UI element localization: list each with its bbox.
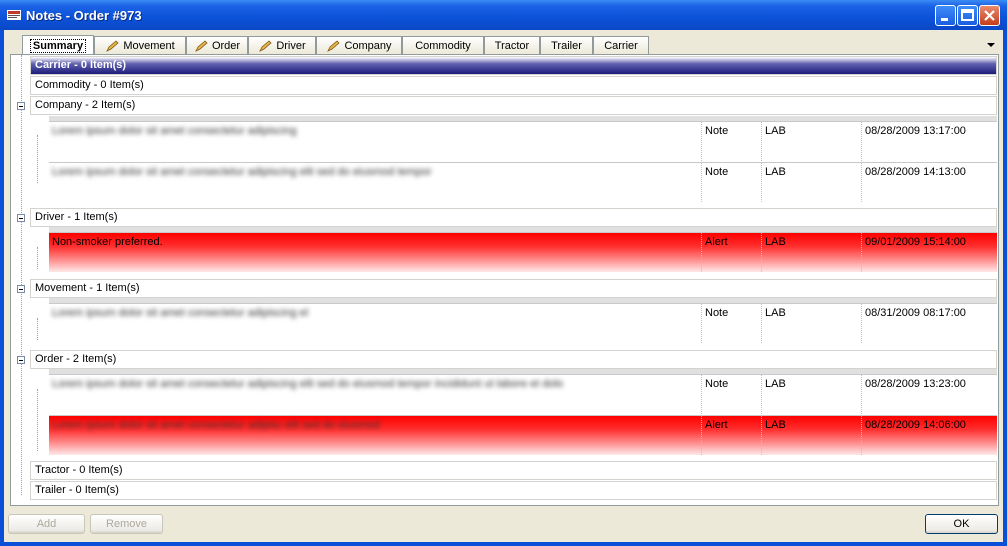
note-type: Note: [705, 125, 729, 137]
tree-line: [37, 247, 38, 269]
tree-line: [37, 318, 38, 340]
collapse-movement-icon[interactable]: [17, 285, 25, 293]
group-movement[interactable]: Movement - 1 Item(s): [30, 279, 997, 298]
tab-label: Driver: [276, 39, 306, 52]
alert-row[interactable]: Lorem ipsum dolor sit amet consectetur a…: [49, 415, 997, 455]
note-date: 08/28/2009 13:17:00: [865, 125, 966, 137]
group-order[interactable]: Order - 2 Item(s): [30, 350, 997, 369]
tab-driver[interactable]: Driver: [248, 36, 316, 54]
tab-label: Commodity: [415, 39, 471, 52]
app-icon: [7, 10, 21, 20]
minimize-icon: [941, 18, 948, 21]
group-label: Order - 2 Item(s): [35, 353, 117, 365]
tab-commodity[interactable]: Commodity: [402, 36, 484, 54]
group-carrier[interactable]: Carrier - 0 Item(s): [30, 56, 997, 75]
note-text: Non-smoker preferred.: [52, 236, 163, 248]
note-type: Alert: [705, 419, 728, 431]
window-title: Notes - Order #973: [26, 8, 142, 23]
pencil-icon: [195, 39, 208, 52]
minimize-button[interactable]: [935, 5, 956, 26]
title-bar[interactable]: Notes - Order #973: [0, 0, 1007, 30]
pencil-icon: [327, 39, 341, 52]
tree-line: [21, 55, 22, 495]
note-text: Lorem ipsum dolor sit amet consectetur a…: [52, 125, 297, 137]
add-button[interactable]: Add: [8, 514, 85, 534]
tab-label: Trailer: [551, 39, 582, 52]
tab-label: Carrier: [604, 39, 638, 52]
tree-line: [37, 389, 38, 451]
note-date: 08/28/2009 14:06:00: [865, 419, 966, 431]
group-label: Company - 2 Item(s): [35, 99, 136, 111]
note-row[interactable]: Lorem ipsum dolor sit amet consectetur a…: [49, 374, 997, 414]
note-user: LAB: [765, 307, 786, 319]
note-type: Note: [705, 378, 729, 390]
note-date: 08/31/2009 08:17:00: [865, 307, 966, 319]
note-text: Lorem ipsum dolor sit amet consectetur a…: [52, 307, 309, 319]
remove-button[interactable]: Remove: [90, 514, 163, 534]
notes-window: Notes - Order #973 Summary Movement Orde…: [0, 0, 1007, 546]
note-text: Lorem ipsum dolor sit amet consectetur a…: [52, 166, 432, 178]
tab-strip: Summary Movement Order Driver Company Co…: [10, 35, 999, 55]
close-button[interactable]: [979, 5, 1000, 26]
tab-overflow-dropdown-icon[interactable]: [987, 43, 995, 47]
tab-label: Tractor: [494, 39, 530, 52]
note-date: 08/28/2009 13:23:00: [865, 378, 966, 390]
tab-trailer[interactable]: Trailer: [540, 36, 593, 54]
note-row[interactable]: Lorem ipsum dolor sit amet consectetur a…: [49, 303, 997, 343]
note-date: 09/01/2009 15:14:00: [865, 236, 966, 248]
group-commodity[interactable]: Commodity - 0 Item(s): [30, 76, 997, 95]
note-text: Lorem ipsum dolor sit amet consectetur a…: [52, 419, 380, 431]
note-user: LAB: [765, 166, 786, 178]
note-row[interactable]: Lorem ipsum dolor sit amet consectetur a…: [49, 162, 997, 202]
group-label: Driver - 1 Item(s): [35, 211, 118, 223]
tab-company[interactable]: Company: [316, 36, 402, 54]
note-type: Note: [705, 307, 729, 319]
note-type: Note: [705, 166, 729, 178]
tab-label: Order: [211, 39, 241, 52]
tree-line: [37, 135, 38, 183]
collapse-driver-icon[interactable]: [17, 214, 25, 222]
note-row[interactable]: Lorem ipsum dolor sit amet consectetur a…: [49, 121, 997, 161]
group-label: Commodity - 0 Item(s): [35, 79, 144, 91]
note-user: LAB: [765, 236, 786, 248]
note-type: Alert: [705, 236, 728, 248]
pencil-icon: [259, 39, 272, 52]
tab-summary[interactable]: Summary: [22, 35, 94, 55]
group-label: Tractor - 0 Item(s): [35, 464, 123, 476]
tab-carrier[interactable]: Carrier: [593, 36, 649, 54]
collapse-company-icon[interactable]: [17, 102, 25, 110]
tab-label: Movement: [123, 39, 175, 52]
ok-button[interactable]: OK: [925, 514, 998, 534]
close-icon: [984, 10, 995, 21]
client-area: Summary Movement Order Driver Company Co…: [4, 30, 1003, 542]
group-label: Carrier - 0 Item(s): [35, 59, 127, 71]
maximize-icon: [961, 9, 974, 21]
note-user: LAB: [765, 419, 786, 431]
group-label: Trailer - 0 Item(s): [35, 484, 119, 496]
note-user: LAB: [765, 125, 786, 137]
alert-row[interactable]: Non-smoker preferred. Alert LAB 09/01/20…: [49, 232, 997, 272]
group-company[interactable]: Company - 2 Item(s): [30, 96, 997, 115]
pencil-icon: [106, 39, 119, 52]
tab-label: Company: [344, 39, 392, 52]
tab-order[interactable]: Order: [186, 36, 248, 54]
tab-label: Summary: [29, 38, 87, 53]
group-label: Movement - 1 Item(s): [35, 282, 140, 294]
note-date: 08/28/2009 14:13:00: [865, 166, 966, 178]
tab-tractor[interactable]: Tractor: [484, 36, 540, 54]
note-text: Lorem ipsum dolor sit amet consectetur a…: [52, 378, 564, 390]
group-driver[interactable]: Driver - 1 Item(s): [30, 208, 997, 227]
group-tractor[interactable]: Tractor - 0 Item(s): [30, 461, 997, 480]
notes-tree-panel: Carrier - 0 Item(s) Commodity - 0 Item(s…: [10, 54, 999, 506]
note-user: LAB: [765, 378, 786, 390]
collapse-order-icon[interactable]: [17, 356, 25, 364]
group-trailer[interactable]: Trailer - 0 Item(s): [30, 481, 997, 500]
tab-movement[interactable]: Movement: [94, 36, 186, 54]
maximize-button[interactable]: [957, 5, 978, 26]
